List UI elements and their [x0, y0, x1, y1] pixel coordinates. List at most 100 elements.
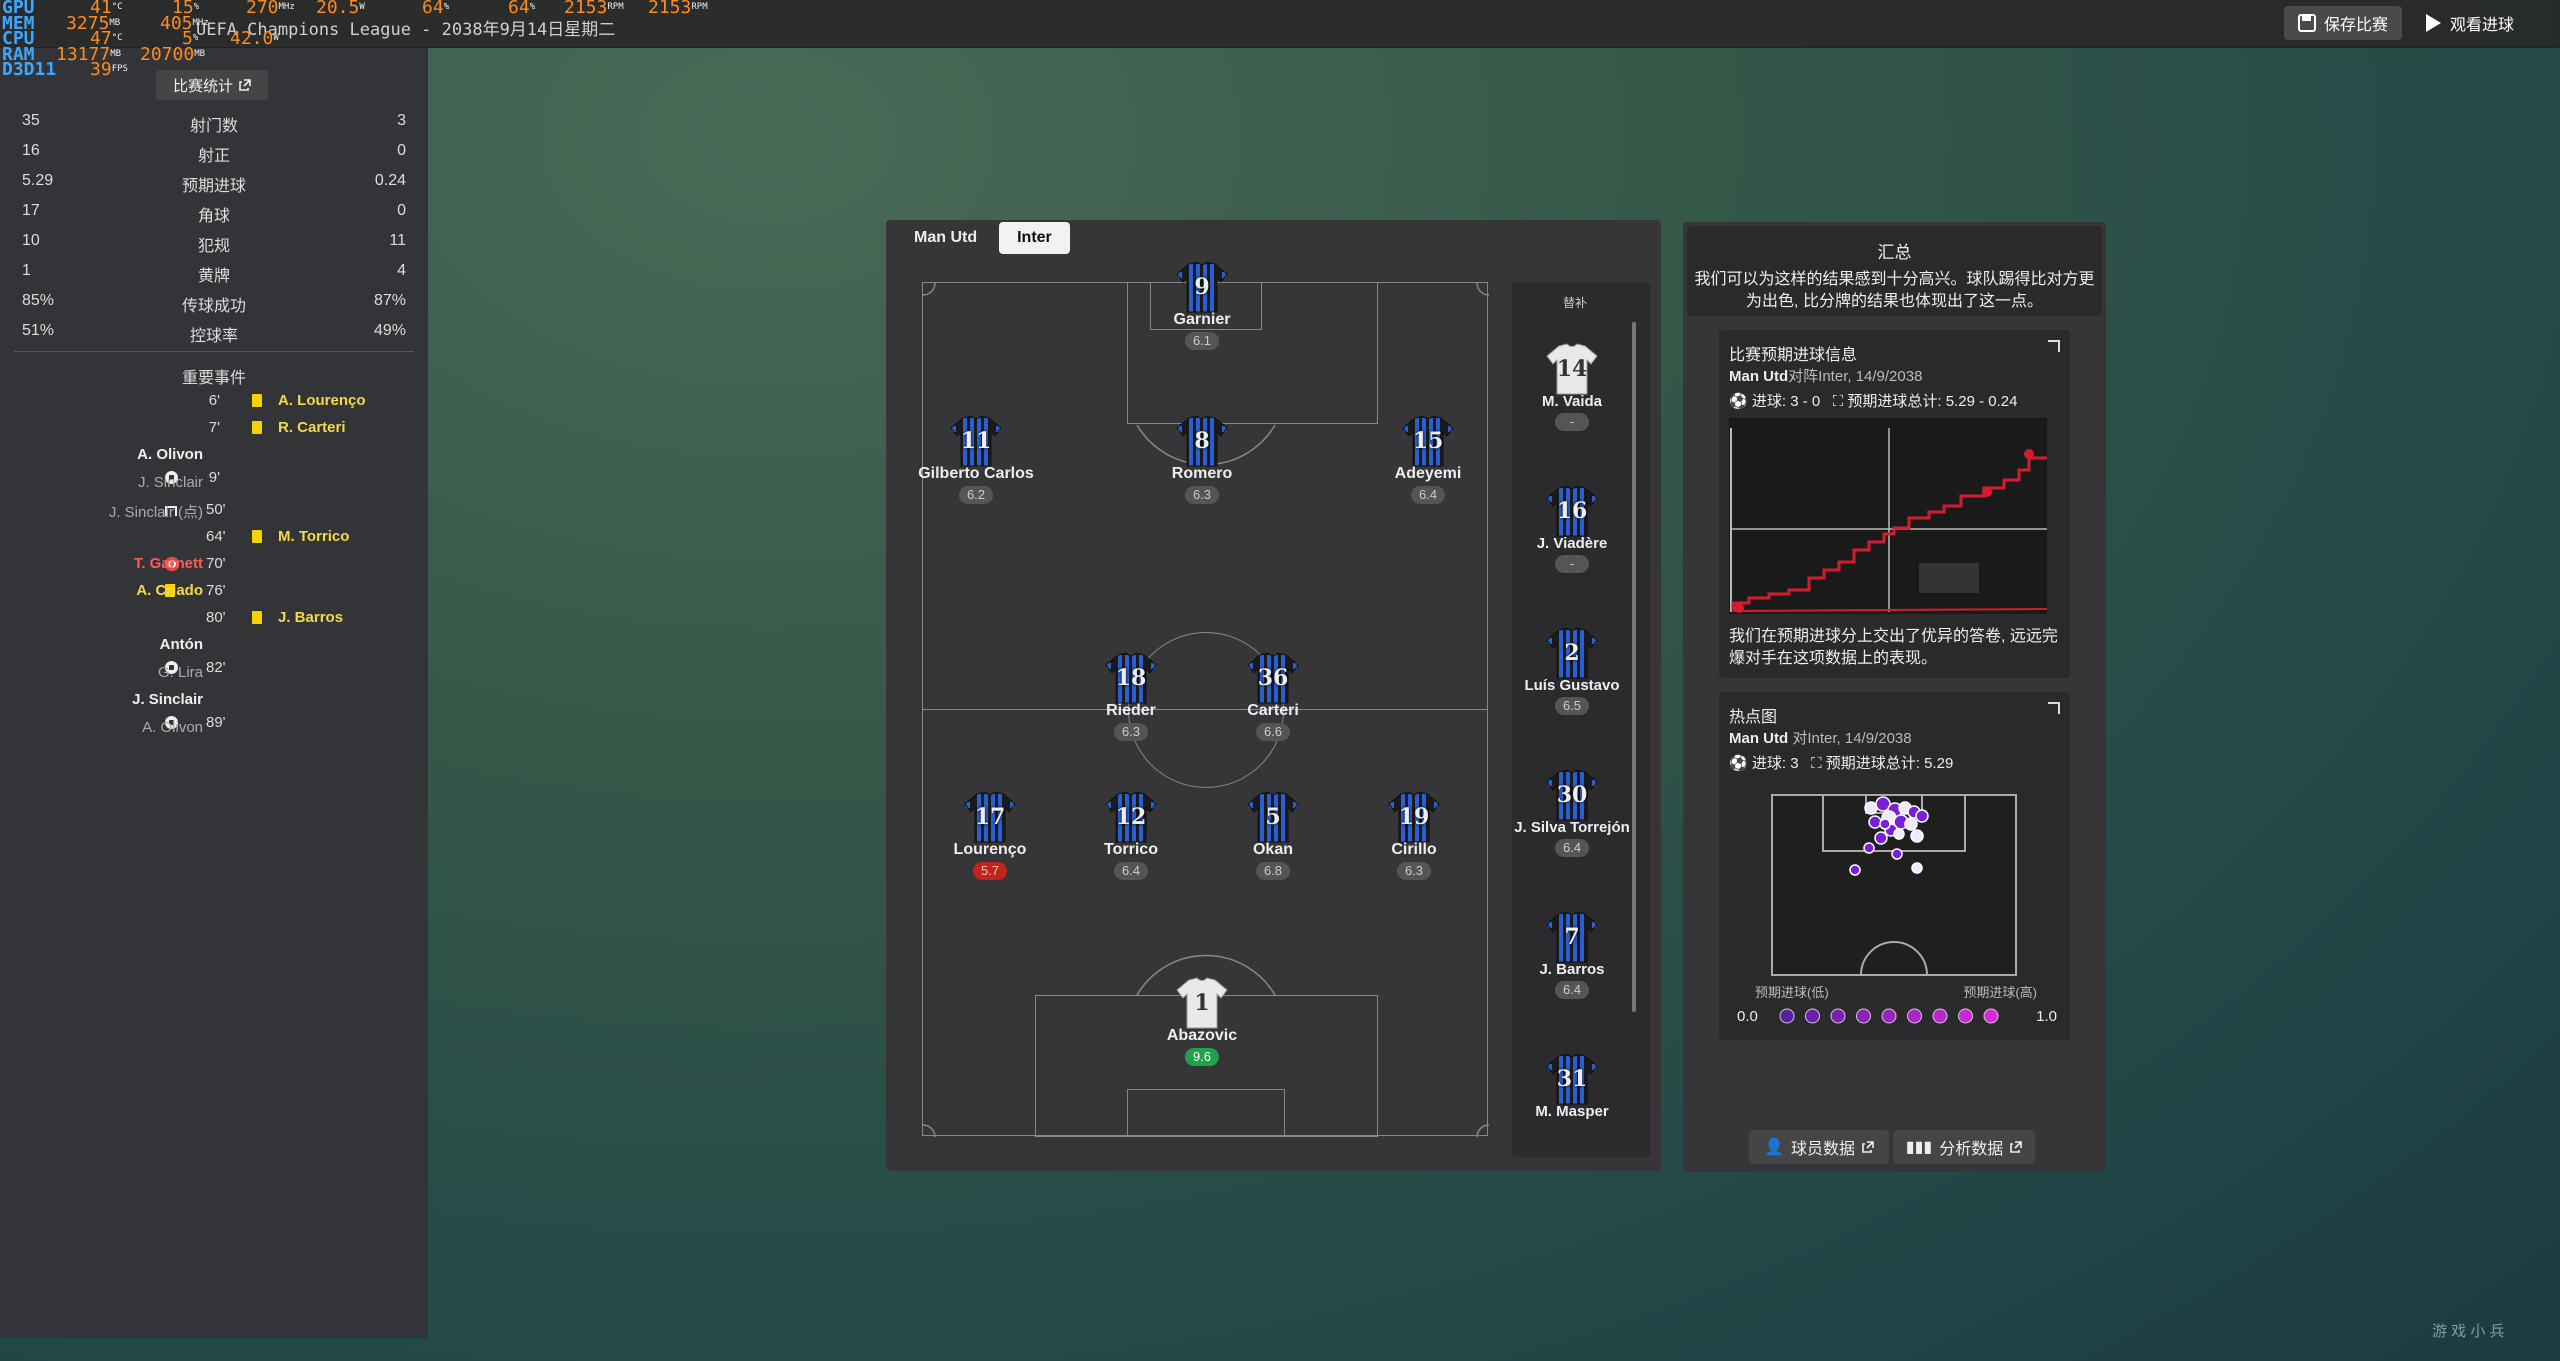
- pitch-player[interactable]: 17 Lourenço 5.7: [925, 790, 1055, 880]
- yellow-card-icon: [252, 394, 262, 407]
- team-tabs: Man Utd Inter: [896, 222, 1070, 256]
- sub-player[interactable]: 14 M. Vaida -: [1512, 342, 1632, 431]
- floppy-icon: [2298, 14, 2316, 32]
- shot-map: [1771, 794, 2017, 976]
- stat-away-value: 87%: [373, 292, 406, 309]
- stat-row: 射门数 35 3: [0, 106, 428, 136]
- save-match-button[interactable]: 保存比赛: [2284, 6, 2403, 40]
- event-player: Antón: [159, 636, 203, 653]
- event-player: A. Criado: [136, 582, 203, 599]
- shirt-number: 15: [1412, 428, 1444, 454]
- summary-box: 汇总 我们可以为这样的结果感到十分高兴。球队踢得比对方更为出色, 比分牌的结果也…: [1687, 226, 2102, 316]
- stat-away-value: 11: [389, 232, 406, 249]
- osd-key: D3D11: [2, 59, 57, 80]
- scale-dot: [1907, 1008, 1922, 1024]
- shot-marker: [1868, 815, 1882, 829]
- shirt-number: 16: [1556, 498, 1588, 524]
- shirt-number: 1: [1194, 990, 1210, 1016]
- scale-dot: [1856, 1008, 1871, 1024]
- event-minute: 89': [206, 714, 226, 731]
- analysis-data-button[interactable]: ▮▮▮ 分析数据: [1893, 1130, 2035, 1164]
- yellow-card-icon: [252, 530, 262, 543]
- xg-card-subtitle: Man Utd对阵Inter, 14/9/2038: [1729, 368, 1923, 385]
- event-player: A. Olivon: [137, 446, 203, 463]
- event-minute: 6': [208, 392, 220, 409]
- player-rating: 6.3: [1397, 862, 1431, 880]
- match-stats-button[interactable]: 比赛统计: [156, 70, 268, 100]
- player-data-button[interactable]: 👤 球员数据: [1749, 1130, 1889, 1164]
- osd-number: 39: [90, 59, 112, 80]
- watch-goals-button[interactable]: 观看进球: [2410, 6, 2528, 40]
- shirt-number: 11: [960, 428, 992, 454]
- shirt-number: 7: [1564, 924, 1580, 950]
- xg-info-card[interactable]: 比赛预期进球信息 Man Utd对阵Inter, 14/9/2038 ⚽ 进球:…: [1719, 330, 2070, 678]
- subs-scrollbar[interactable]: [1632, 322, 1636, 1012]
- xg-low-label: 预期进球(低): [1755, 985, 1829, 1000]
- pitch-player[interactable]: 9 Garnier 6.1: [1137, 260, 1267, 350]
- player-rating: -: [1555, 555, 1589, 573]
- expand-icon: [239, 79, 251, 91]
- event-player: J. Barros: [278, 609, 344, 626]
- osd-value: 20700MB: [140, 45, 205, 63]
- stat-row: 犯规 10 11: [0, 226, 428, 256]
- scale-dot: [1881, 1008, 1897, 1024]
- shirt-number: 17: [974, 804, 1006, 830]
- stat-row: 预期进球 5.29 0.24: [0, 166, 428, 196]
- summary-title: 汇总: [1877, 243, 1912, 262]
- yellow-card-icon: [252, 421, 262, 434]
- pitch-player[interactable]: 18 Rieder 6.3: [1066, 651, 1196, 741]
- watermark: 游 戏 小 兵: [2432, 1323, 2505, 1340]
- expand-icon[interactable]: [2048, 340, 2060, 352]
- osd-value: 2153RPM: [564, 0, 624, 17]
- tab-inter[interactable]: Inter: [999, 222, 1070, 254]
- shot-marker: [1864, 801, 1878, 815]
- event-minute: 70': [206, 555, 226, 572]
- stat-label: 控球率: [189, 328, 238, 345]
- pitch-player[interactable]: 15 Adeyemi 6.4: [1363, 414, 1493, 504]
- player-shirt: 30: [1545, 768, 1599, 822]
- pitch-player[interactable]: 19 Cirillo 6.3: [1349, 790, 1479, 880]
- shirt-number: 19: [1398, 804, 1430, 830]
- shirt-number: 36: [1257, 665, 1289, 691]
- shot-marker: [1874, 831, 1888, 845]
- osd-value: 64%: [422, 0, 449, 17]
- pitch-player[interactable]: 8 Romero 6.3: [1137, 414, 1267, 504]
- lineup-panel: Man Utd Inter 9 Garnier 6.1 11 Gilberto Carl…: [886, 220, 1661, 1171]
- summary-text: 我们可以为这样的结果感到十分高兴。球队踢得比对方更为出色, 比分牌的结果也体现出…: [1694, 271, 2095, 310]
- osd-unit: RPM: [607, 2, 624, 12]
- substitutes-column: 替补 14 M. Vaida - 16 J. Viadère - 2 Luís Gustavo…: [1512, 282, 1650, 1157]
- sub-player[interactable]: 30 J. Silva Torrejón 6.4: [1512, 768, 1632, 857]
- osd-number: 2153: [648, 0, 692, 18]
- stat-home-value: 85%: [22, 292, 55, 309]
- stat-label: 角球: [197, 208, 230, 225]
- osd-number: 270: [246, 0, 279, 18]
- heatmap-card[interactable]: 热点图 Man Utd 对Inter, 14/9/2038 ⚽ 进球: 3 ⛶ …: [1719, 692, 2070, 1040]
- sub-player[interactable]: 16 J. Viadère -: [1512, 484, 1632, 573]
- stat-home-value: 1: [22, 262, 31, 279]
- sub-player[interactable]: 2 Luís Gustavo 6.5: [1512, 626, 1632, 715]
- xg-card-title: 比赛预期进球信息: [1729, 347, 1858, 364]
- sub-player[interactable]: 7 J. Barros 6.4: [1512, 910, 1632, 999]
- sub-player[interactable]: 31 M. Masper: [1512, 1052, 1632, 1120]
- expand-icon[interactable]: [2048, 702, 2060, 714]
- xg-card-metrics: ⚽ 进球: 3 - 0 ⛶ 预期进球总计: 5.29 - 0.24: [1729, 393, 2018, 410]
- shot-marker: [1863, 842, 1875, 854]
- event-player: A. Lourenço: [278, 392, 366, 409]
- stat-home-value: 5.29: [22, 172, 54, 189]
- stat-home-value: 51%: [22, 322, 55, 339]
- player-rating: 6.5: [1555, 697, 1589, 715]
- xg-icon: ⛶: [1811, 755, 1822, 772]
- shot-marker: [1849, 864, 1861, 876]
- pitch-player[interactable]: 1 Abazovic 9.6: [1137, 976, 1267, 1066]
- osd-unit: FPS: [111, 64, 128, 74]
- pitch-player[interactable]: 11 Gilberto Carlos 6.2: [911, 414, 1041, 504]
- xg-timeline-chart: [1729, 418, 2047, 614]
- analysis-panel: 汇总 我们可以为这样的结果感到十分高兴。球队踢得比对方更为出色, 比分牌的结果也…: [1683, 222, 2106, 1172]
- pitch-player[interactable]: 36 Carteri 6.6: [1208, 651, 1338, 741]
- pitch-player[interactable]: 5 Okan 6.8: [1208, 790, 1338, 880]
- event-player: R. Carteri: [278, 419, 346, 436]
- player-shirt: 14: [1545, 342, 1599, 396]
- tab-man-utd[interactable]: Man Utd: [896, 222, 995, 254]
- pitch-player[interactable]: 12 Torrico 6.4: [1066, 790, 1196, 880]
- bar-chart-icon: ▮▮▮: [1905, 1139, 1933, 1156]
